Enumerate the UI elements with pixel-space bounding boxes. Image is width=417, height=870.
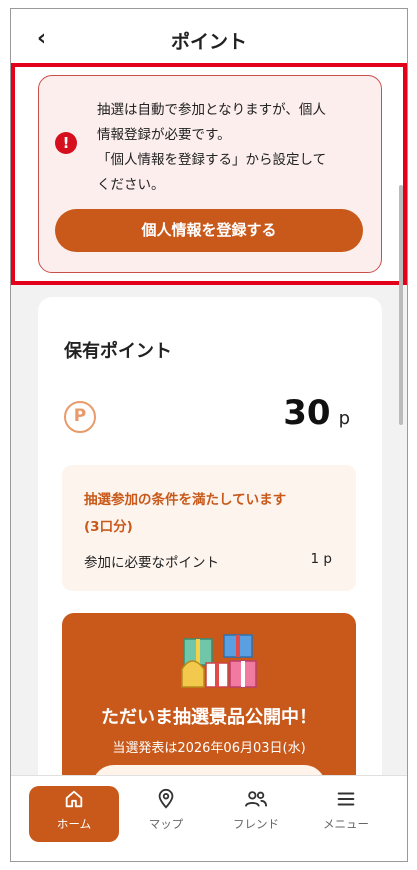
friends-icon	[211, 786, 301, 812]
menu-icon	[301, 786, 391, 812]
nav-item-home[interactable]: ホーム	[29, 786, 119, 842]
required-points-value: 1 p	[310, 551, 332, 567]
alert-icon: !	[55, 132, 77, 154]
required-points-label: 参加に必要なポイント	[84, 555, 219, 571]
nav-item-friends[interactable]: フレンド	[211, 786, 301, 842]
lottery-announcement-date: 当選発表は2026年06月03日(水)	[112, 741, 306, 756]
page-title: ポイント	[170, 31, 247, 53]
registration-notice: ! 抽選は自動で参加となりますが、個人 情報登録が必要です。 「個人情報を登録す…	[38, 75, 382, 273]
header: ‹ ポイント	[11, 9, 407, 71]
notice-message: 抽選は自動で参加となりますが、個人 情報登録が必要です。 「個人情報を登録する」…	[97, 102, 327, 193]
bottom-navigation: ホーム マップ フレンド メニュー	[11, 775, 407, 861]
lottery-title: ただいま抽選景品公開中！	[101, 707, 317, 728]
point-icon: P	[64, 401, 96, 433]
nav-item-menu[interactable]: メニュー	[301, 786, 391, 842]
points-card: 保有ポイント P 30 p 抽選参加の条件を満たしています (3口分) 参加に必…	[38, 297, 382, 823]
points-number: 30	[283, 393, 331, 433]
nav-label-friends: フレンド	[233, 817, 279, 831]
condition-box: 抽選参加の条件を満たしています (3口分) 参加に必要なポイント 1 p	[62, 465, 356, 591]
nav-label-menu: メニュー	[323, 817, 369, 831]
nav-item-map[interactable]: マップ	[121, 786, 211, 842]
condition-status: 抽選参加の条件を満たしています (3口分)	[84, 492, 287, 535]
register-personal-info-button[interactable]: 個人情報を登録する	[55, 209, 363, 252]
points-balance: 30 p	[283, 393, 350, 433]
home-icon	[29, 786, 119, 812]
points-unit: p	[338, 408, 350, 429]
nav-label-map: マップ	[148, 817, 184, 831]
scrollbar[interactable]	[399, 185, 403, 425]
gift-icon	[181, 634, 257, 688]
points-title: 保有ポイント	[64, 341, 172, 362]
map-pin-icon	[121, 786, 211, 812]
phone-frame: ‹ ポイント ! 抽選は自動で参加となりますが、個人 情報登録が必要です。 「個…	[10, 8, 408, 862]
nav-label-home: ホーム	[56, 817, 92, 831]
